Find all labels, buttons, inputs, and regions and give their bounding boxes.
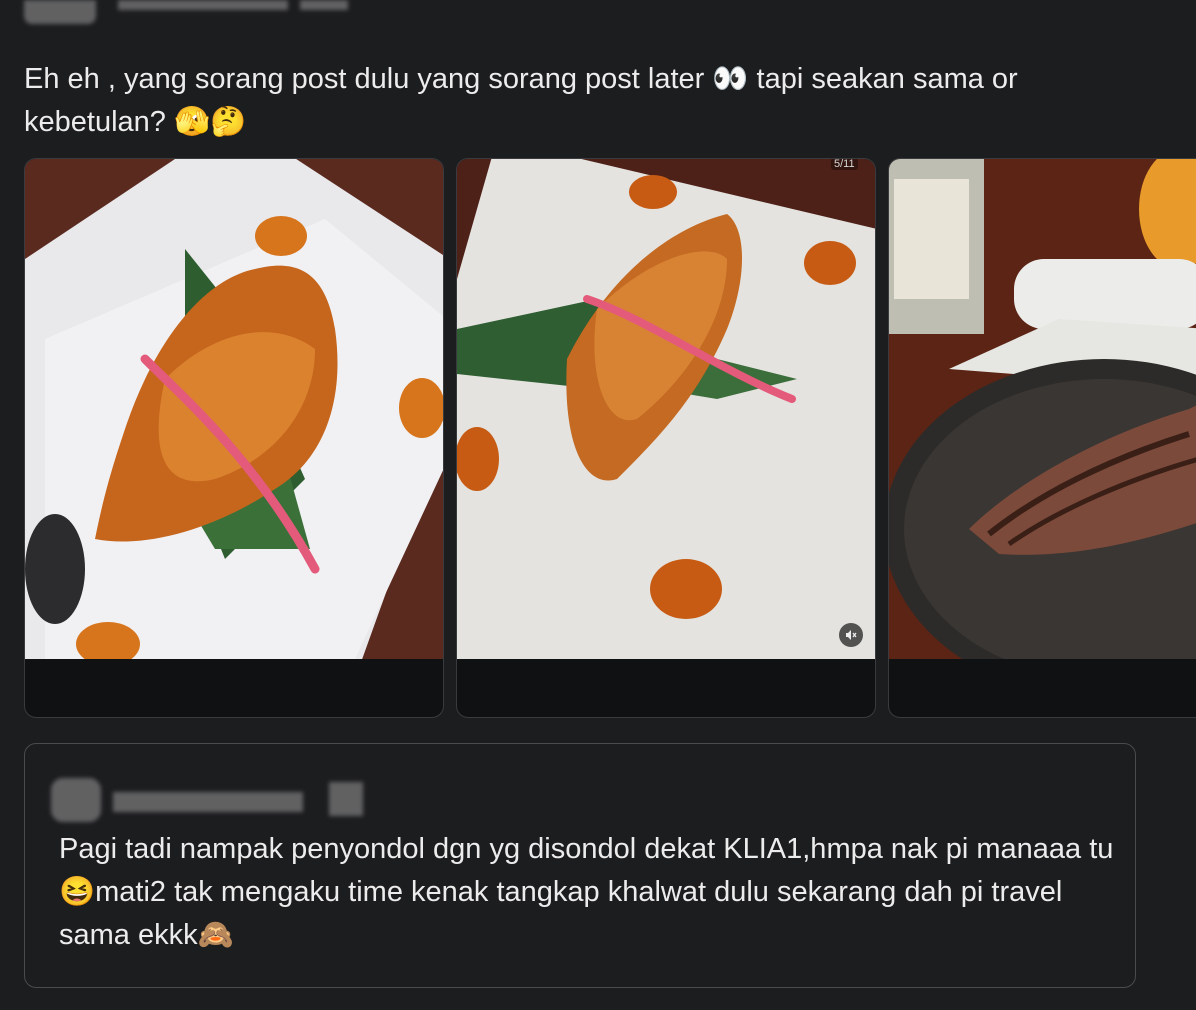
comment-box: Pagi tadi nampak penyondol dgn yg disond…: [24, 743, 1136, 988]
commenter-name-blurred[interactable]: [113, 792, 303, 812]
post-card-1[interactable]: 192: [24, 158, 444, 718]
card-2-photo[interactable]: [457, 159, 875, 659]
comment-text: Pagi tadi nampak penyondol dgn yg disond…: [59, 833, 1114, 951]
screenshot-page: Eh eh , yang sorang post dulu yang soran…: [0, 0, 1196, 1010]
mute-button[interactable]: [839, 623, 863, 647]
slide-indicator: 5/11: [831, 159, 858, 170]
post-card-3[interactable]: 22: [888, 158, 1196, 718]
comment-time-blurred: [329, 782, 363, 816]
card-1-photo[interactable]: [25, 159, 443, 659]
author-avatar-blurred[interactable]: [24, 0, 96, 24]
post-time-blurred: [300, 0, 348, 10]
post-card-2[interactable]: 5/11 22: [456, 158, 876, 718]
author-name-blurred[interactable]: [118, 0, 288, 10]
mute-icon: [846, 630, 857, 640]
commenter-avatar-blurred[interactable]: [51, 778, 101, 822]
post-text: Eh eh , yang sorang post dulu yang soran…: [24, 63, 1018, 138]
card-3-photo[interactable]: [889, 159, 1196, 659]
